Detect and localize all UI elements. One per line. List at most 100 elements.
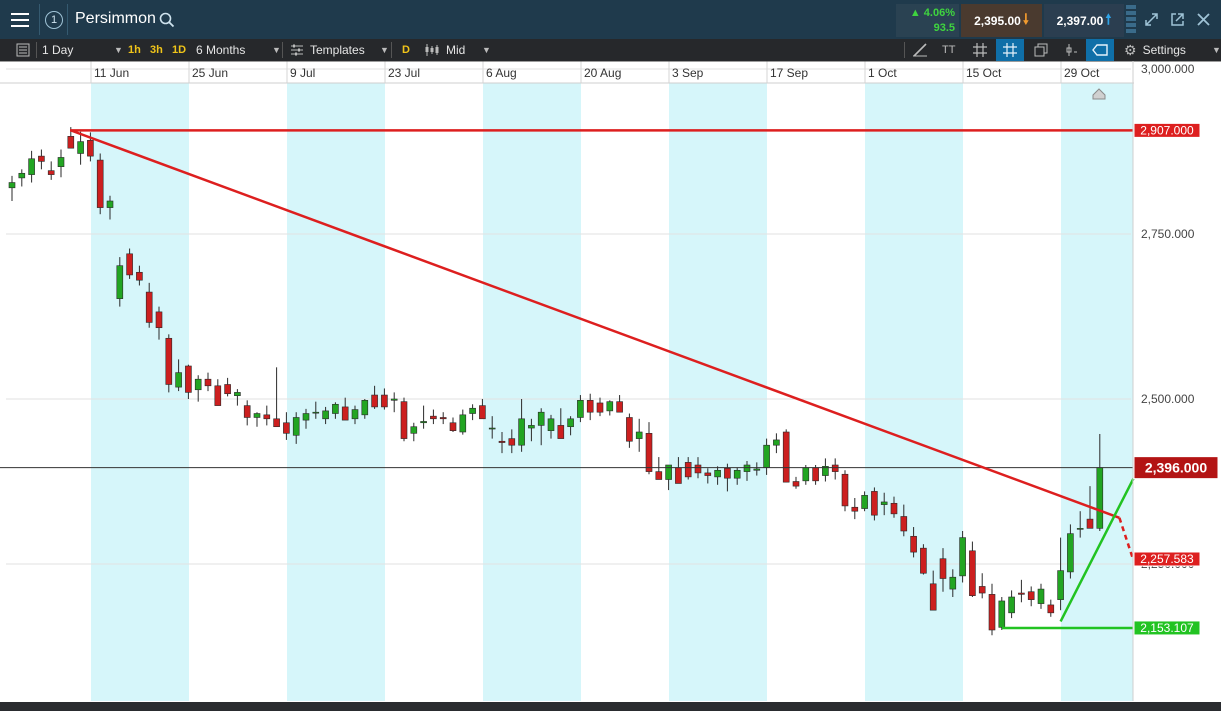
y-tick-label: 3,000.000 [1141, 62, 1195, 76]
sell-arrow-icon: 🠗 [1022, 10, 1029, 27]
candle [96, 159, 104, 208]
change-points: 93.5 [933, 22, 955, 34]
buy-button[interactable]: 2,397.00 🠕 [1044, 4, 1124, 37]
candle [616, 401, 623, 413]
candle [214, 385, 222, 406]
depth-bar-icon [1126, 5, 1136, 35]
instrument-count-badge[interactable]: 1 [45, 11, 63, 29]
search-icon[interactable] [159, 12, 175, 28]
sell-button[interactable]: 2,395.00 🠗 [961, 4, 1042, 37]
candle [57, 157, 65, 167]
candle [978, 586, 986, 594]
interval-3h-button[interactable]: 3h [150, 39, 163, 61]
list-icon[interactable] [16, 43, 30, 57]
candle [655, 471, 663, 480]
candle [145, 291, 153, 323]
expand-icon[interactable] [1144, 12, 1159, 27]
tag-button[interactable] [1086, 39, 1114, 61]
crosshair-button[interactable] [996, 39, 1024, 61]
close-icon[interactable] [1196, 12, 1211, 27]
candle [1047, 604, 1055, 614]
price-chart[interactable]: 11 Jun 25 Jun 9 Jul 23 Jul 6 Aug 20 Aug 3 Sep 1… [0, 61, 1221, 711]
price-mode-label: Mid [446, 43, 466, 57]
candle [733, 469, 741, 479]
candle [439, 417, 447, 420]
candle [1057, 570, 1064, 600]
chart-toolbar: 1 Day ▼ 1h 3h 1D 6 Months ▼ Templates ▼ D M… [0, 39, 1221, 61]
change-percent: 4.06% [923, 7, 955, 19]
candle [1067, 533, 1074, 573]
candle [430, 415, 437, 420]
pop-out-icon[interactable] [1170, 12, 1185, 27]
candle [812, 467, 819, 482]
candle [361, 400, 369, 416]
x-tick-label: 9 Jul [290, 66, 315, 80]
candle [606, 401, 614, 412]
price-label: 2,153.107 [1140, 621, 1194, 635]
candle [1096, 467, 1104, 529]
interval-1h-button[interactable]: 1h [128, 39, 141, 61]
text-tool-icon[interactable]: TT [942, 39, 955, 61]
candle [283, 422, 290, 434]
candle [802, 467, 810, 482]
sell-price: 2,395.00 [974, 13, 1021, 28]
buy-arrow-icon: 🠕 [1105, 10, 1112, 27]
candle [714, 469, 721, 478]
candle [547, 418, 555, 431]
price-label: 2,907.000 [1140, 123, 1194, 137]
settings-label: Settings [1142, 43, 1186, 57]
candle [537, 411, 545, 426]
candle [67, 136, 75, 149]
candle [635, 431, 643, 439]
candle [263, 414, 271, 420]
candle [782, 431, 790, 483]
candle [949, 576, 957, 590]
menu-icon[interactable] [6, 8, 34, 32]
y-tick-label: 2,750.000 [1141, 227, 1195, 241]
x-tick-label: 25 Jun [192, 66, 228, 80]
instrument-name[interactable]: Persimmon [75, 10, 156, 28]
interval-1d-button[interactable]: 1D [172, 39, 186, 61]
interval-select[interactable]: 1 Day ▼ [42, 39, 123, 61]
candle [675, 467, 682, 484]
x-tick-label: 3 Sep [672, 66, 704, 80]
candle [253, 413, 261, 418]
candle [920, 547, 927, 574]
candle [645, 433, 653, 472]
candle [684, 462, 692, 478]
candle [498, 440, 506, 443]
x-tick-label: 6 Aug [486, 66, 517, 80]
candle [939, 558, 947, 579]
candle [851, 506, 859, 512]
candle [1076, 528, 1084, 530]
buy-price: 2,397.00 [1056, 13, 1104, 28]
candle [410, 426, 418, 434]
candle [841, 473, 849, 507]
windows-icon[interactable] [1034, 43, 1048, 57]
chevron-down-icon: ▼ [114, 45, 123, 55]
draw-line-icon[interactable] [912, 43, 928, 57]
candle [1008, 596, 1015, 614]
candle [969, 550, 976, 596]
range-select[interactable]: 6 Months ▼ [196, 39, 281, 61]
candle [488, 427, 496, 430]
crosshair-icon [1003, 43, 1017, 57]
candle [959, 537, 966, 577]
x-tick-label: 1 Oct [868, 66, 897, 80]
grid-icon[interactable] [973, 43, 987, 57]
y-tick-label: 2,500.000 [1141, 392, 1195, 406]
range-label: 6 Months [196, 43, 246, 57]
x-tick-label: 23 Jul [388, 66, 420, 80]
settings-button[interactable]: ⚙ Settings ▼ [1124, 39, 1221, 61]
templates-button[interactable]: Templates ▼ [290, 39, 389, 61]
candle [351, 409, 359, 420]
price-mode-select[interactable]: Mid ▼ [424, 39, 491, 61]
sliders-icon [291, 44, 303, 56]
interval-label: 1 Day [42, 43, 74, 57]
d-button[interactable]: D [402, 39, 410, 61]
x-tick-label: 29 Oct [1064, 66, 1100, 80]
indicator-icon[interactable] [1064, 43, 1078, 57]
candle [479, 405, 486, 420]
chevron-down-icon: ▼ [482, 45, 491, 55]
candle [459, 414, 467, 433]
